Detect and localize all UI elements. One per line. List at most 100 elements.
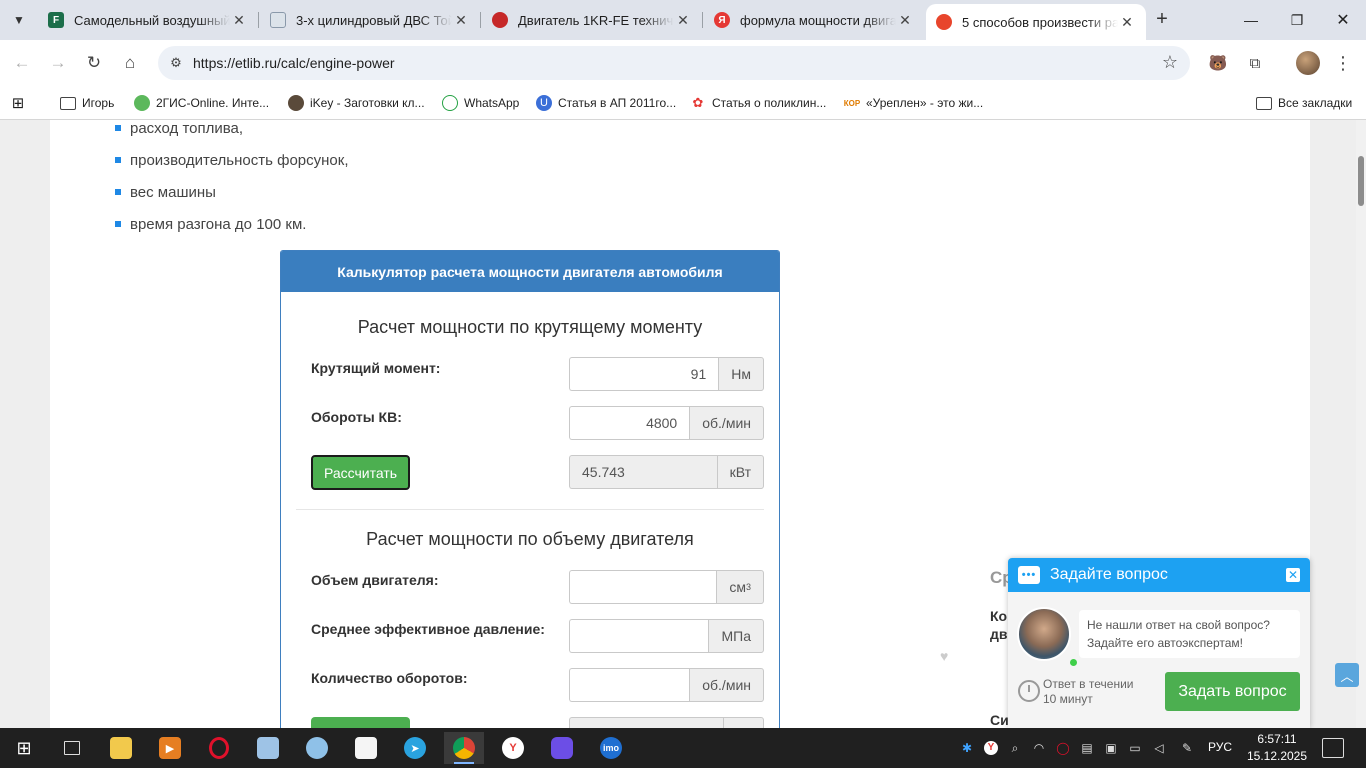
url-text[interactable]: https://etlib.ru/calc/engine-power xyxy=(193,55,395,71)
scrollbar[interactable] xyxy=(1356,120,1366,728)
tab-strip: ▼ F Самодельный воздушный с ✕ 3-х цилинд… xyxy=(0,0,1366,40)
taskbar-telegram[interactable]: ➤ xyxy=(395,732,435,764)
chat-header[interactable]: ••• Задайте вопрос xyxy=(1008,558,1310,592)
sidebar-link-1[interactable]: Ко xyxy=(990,608,1007,624)
new-tab-button[interactable]: + xyxy=(1150,8,1174,31)
taskbar-explorer[interactable] xyxy=(101,732,141,764)
tab-2[interactable]: 3-х цилиндровый ДВС Тойо ✕ xyxy=(260,4,480,36)
all-bookmarks-button[interactable]: Все закладки xyxy=(1256,92,1352,114)
rpm-input[interactable] xyxy=(569,406,690,440)
ask-question-button[interactable]: Задать вопрос xyxy=(1165,672,1300,711)
wifi-icon[interactable]: ◠ xyxy=(1030,738,1048,758)
site-info-icon[interactable]: ⚙ xyxy=(166,53,186,73)
windows-taskbar: ⊞ ▶ ➤ Y imo ✱ Y ⌕ ◠ ◯ ▤ ▣ ▭ ◁ ✎ РУС 6:57… xyxy=(0,728,1366,768)
reload-button[interactable]: ↻ xyxy=(80,49,108,77)
tab-1[interactable]: F Самодельный воздушный с ✕ xyxy=(38,4,258,36)
list-item-text: производительность форсунок, xyxy=(130,151,349,169)
apps-grid-button[interactable]: ⊞ xyxy=(10,92,32,114)
calculate-torque-button[interactable]: Рассчитать xyxy=(311,455,410,490)
bear-extension-icon[interactable]: 🐻 xyxy=(1206,51,1230,75)
task-view-button[interactable] xyxy=(52,732,92,764)
chat-close-icon[interactable]: ✕ xyxy=(1286,568,1300,582)
whatsapp-icon xyxy=(442,95,458,111)
pressure-input[interactable] xyxy=(569,619,709,653)
taskbar-imo[interactable]: imo xyxy=(591,732,631,764)
bookmark-ikey[interactable]: iKey - Заготовки кл... xyxy=(288,92,425,114)
engine-power-calculator: Калькулятор расчета мощности двигателя а… xyxy=(280,250,780,728)
bookmark-article-clinic[interactable]: ✿ Статья о поликлин... xyxy=(690,92,827,114)
minimize-button[interactable]: — xyxy=(1228,0,1274,40)
bookmark-star-icon[interactable]: ☆ xyxy=(1162,52,1178,73)
list-item: производительность форсунок, xyxy=(115,144,348,176)
taskbar-calculator[interactable] xyxy=(248,732,288,764)
close-tab-icon[interactable]: ✕ xyxy=(896,12,914,29)
pen-icon[interactable]: ✎ xyxy=(1178,738,1196,758)
volume-field: см 3 xyxy=(569,570,764,604)
volume-icon[interactable]: ◁ xyxy=(1150,738,1168,758)
bookmark-igor[interactable]: Игорь xyxy=(60,92,114,114)
bookmarks-bar: ⊞ Игорь 2ГИС-Online. Инте... iKey - Заго… xyxy=(0,86,1366,120)
tab-4[interactable]: Я формула мощности двигат ✕ xyxy=(704,4,924,36)
tab-3[interactable]: Двигатель 1KR-FE техничес ✕ xyxy=(482,4,702,36)
taskbar-paint[interactable] xyxy=(297,732,337,764)
revs-input[interactable] xyxy=(569,668,690,702)
bullet-icon xyxy=(115,189,121,195)
yandex-tray-icon[interactable]: Y xyxy=(982,738,1000,758)
close-tab-icon[interactable]: ✕ xyxy=(452,12,470,29)
bookmark-label: Все закладки xyxy=(1278,96,1353,110)
scrollbar-thumb[interactable] xyxy=(1358,156,1364,206)
maximize-button[interactable]: ❐ xyxy=(1274,0,1320,40)
system-clock[interactable]: 6:57:11 15.12.2025 xyxy=(1244,731,1310,765)
taskbar-chrome[interactable] xyxy=(444,732,484,764)
search-tray-icon[interactable]: ⌕ xyxy=(1006,738,1024,758)
calculator-title: Калькулятор расчета мощности двигателя а… xyxy=(281,251,779,292)
opera-icon xyxy=(209,737,229,759)
bookmark-ureplen[interactable]: КОР «Уреплен» - это жи... xyxy=(844,92,983,114)
battery-icon[interactable]: ▭ xyxy=(1126,738,1144,758)
language-indicator[interactable]: РУС xyxy=(1208,740,1232,754)
address-bar[interactable]: ⚙ https://etlib.ru/calc/engine-power ☆ xyxy=(158,46,1190,80)
taskbar-messenger[interactable] xyxy=(542,732,582,764)
monitor-tray-icon[interactable]: ▣ xyxy=(1102,738,1120,758)
taskbar-media-player[interactable]: ▶ xyxy=(150,732,190,764)
torque-input[interactable] xyxy=(569,357,719,391)
opera-tray-icon[interactable]: ◯ xyxy=(1054,738,1072,758)
2gis-icon xyxy=(134,95,150,111)
bullet-icon xyxy=(115,157,121,163)
bluetooth-icon[interactable]: ✱ xyxy=(958,738,976,758)
scroll-to-top-button[interactable]: ︿ xyxy=(1335,663,1359,687)
bookmark-whatsapp[interactable]: WhatsApp xyxy=(442,92,519,114)
close-window-button[interactable]: ✕ xyxy=(1320,0,1366,40)
notification-center-icon[interactable] xyxy=(1322,738,1344,758)
sidebar-link-1-cont[interactable]: дв xyxy=(990,626,1008,642)
chat-message-line: Не нашли ответ на свой вопрос? xyxy=(1087,618,1270,632)
bookmark-2gis[interactable]: 2ГИС-Online. Инте... xyxy=(134,92,269,114)
kebab-menu-icon[interactable]: ⋮ xyxy=(1331,51,1355,75)
heart-icon[interactable]: ♥ xyxy=(940,648,948,664)
back-button[interactable]: ← xyxy=(8,49,36,77)
start-button[interactable]: ⊞ xyxy=(4,732,44,764)
forward-button[interactable]: → xyxy=(44,49,72,77)
tab-5-active[interactable]: 5 способов произвести рас ✕ xyxy=(926,4,1146,40)
extensions-puzzle-icon[interactable]: ⧉ xyxy=(1243,51,1267,75)
taskbar-opera[interactable] xyxy=(199,732,239,764)
volume-label: Объем двигателя: xyxy=(311,572,439,588)
close-tab-icon[interactable]: ✕ xyxy=(230,12,248,29)
tab-search-button[interactable]: ▼ xyxy=(6,7,32,33)
taskbar-yandex[interactable]: Y xyxy=(493,732,533,764)
messenger-icon xyxy=(551,737,573,759)
keyboard-tray-icon[interactable]: ▤ xyxy=(1078,738,1096,758)
calculate-volume-button[interactable] xyxy=(311,717,410,728)
chat-widget: ••• Задайте вопрос ✕ Не нашли ответ на с… xyxy=(1008,558,1310,728)
home-button[interactable]: ⌂ xyxy=(116,49,144,77)
close-tab-icon[interactable]: ✕ xyxy=(674,12,692,29)
close-tab-icon[interactable]: ✕ xyxy=(1118,14,1136,31)
power-result-output xyxy=(569,455,717,489)
tab-separator xyxy=(480,12,481,28)
volume-input[interactable] xyxy=(569,570,717,604)
bookmark-article-ap[interactable]: U Статья в АП 2011го... xyxy=(536,92,676,114)
profile-avatar[interactable] xyxy=(1296,51,1320,75)
taskbar-app-red[interactable] xyxy=(346,732,386,764)
online-status-dot xyxy=(1070,659,1077,666)
sidebar-link-2[interactable]: Си xyxy=(990,712,1009,728)
